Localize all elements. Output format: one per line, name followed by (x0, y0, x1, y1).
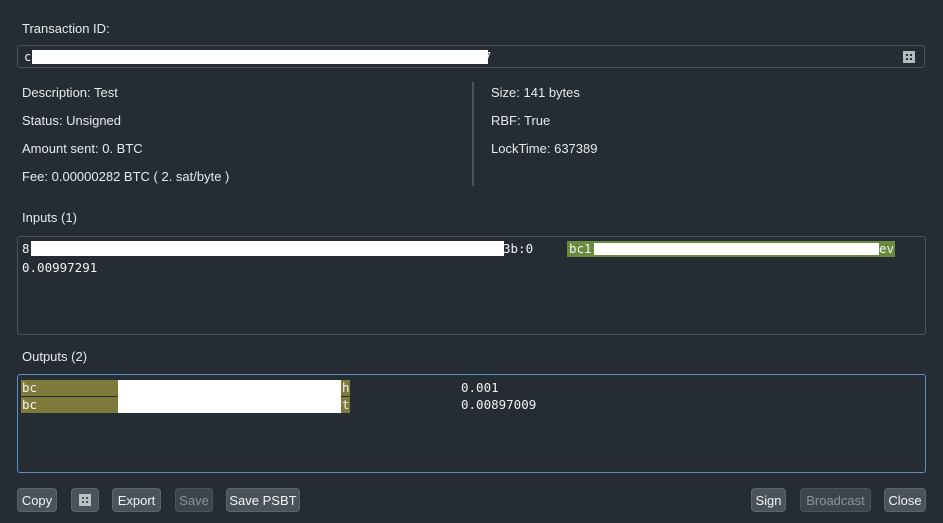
export-button[interactable]: Export (112, 488, 161, 512)
prevout-redaction (31, 241, 504, 256)
transaction-id-field[interactable]: c 7 (17, 45, 925, 68)
description-text: Description: Test (22, 85, 118, 100)
fee-text: Fee: 0.00000282 BTC ( 2. sat/byte ) (22, 169, 230, 184)
outputs-label: Outputs (2) (22, 349, 88, 364)
rbf-text: RBF: True (491, 113, 551, 128)
close-button[interactable]: Close (884, 488, 926, 512)
output-address-redaction (118, 380, 341, 413)
input-amount: 0.00997291 (22, 260, 98, 275)
copy-button[interactable]: Copy (17, 488, 57, 512)
output-address-start: bc (22, 380, 38, 395)
locktime-text: LockTime: 637389 (491, 141, 598, 156)
qr-code-icon (79, 494, 91, 506)
outputs-list[interactable]: bc h 0.001 bc t 0.00897009 (17, 374, 926, 473)
details-divider (472, 82, 474, 186)
output-address-end: t (342, 397, 350, 412)
size-text: Size: 141 bytes (491, 85, 580, 100)
save-psbt-button[interactable]: Save PSBT (226, 488, 300, 512)
output-address-start: bc (22, 397, 38, 412)
inputs-label: Inputs (1) (22, 210, 77, 225)
transaction-dialog: Transaction ID: c 7 Description: Test St… (0, 0, 943, 523)
txid-start: c (24, 50, 32, 64)
sign-button[interactable]: Sign (751, 488, 786, 512)
output-amount: 0.00897009 (461, 397, 537, 412)
input-address-end: ev (879, 241, 895, 256)
input-prevout-start: 8 (22, 241, 30, 256)
input-address-start: bc1 (569, 241, 592, 256)
qr-button[interactable] (71, 488, 99, 512)
amount-text: Amount sent: 0. BTC (22, 141, 143, 156)
status-text: Status: Unsigned (22, 113, 122, 128)
transaction-id-label: Transaction ID: (22, 21, 110, 36)
input-prevout-end: 3b:0 (503, 241, 534, 256)
output-address-end: h (342, 380, 350, 395)
broadcast-button[interactable]: Broadcast (800, 488, 871, 512)
save-button[interactable]: Save (175, 488, 213, 512)
txid-end: 7 (484, 50, 492, 64)
inputs-list[interactable]: 8 3b:0 bc1 ev 0.00997291 (17, 236, 926, 335)
input-address-redaction (594, 243, 879, 255)
txid-redaction (32, 50, 488, 64)
output-amount: 0.001 (461, 380, 499, 395)
qr-code-icon[interactable] (903, 51, 915, 63)
